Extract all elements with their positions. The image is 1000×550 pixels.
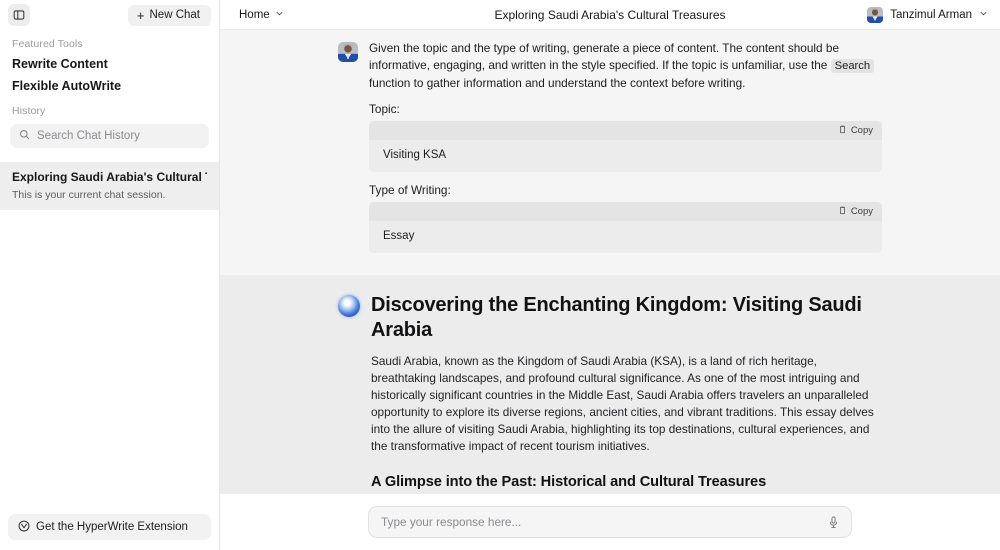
ai-orb-icon <box>338 295 360 317</box>
top-bar: Home Exploring Saudi Arabia's Cultural T… <box>220 0 1000 30</box>
type-of-writing-value: Essay <box>369 221 882 253</box>
chevron-down-icon <box>275 9 284 21</box>
copy-button[interactable]: Copy <box>838 125 873 137</box>
user-menu-button[interactable]: Tanzimul Arman <box>867 7 988 23</box>
home-label: Home <box>239 9 270 21</box>
hyperwrite-logo-icon <box>18 520 30 535</box>
user-prompt-text: Given the topic and the type of writing,… <box>369 40 882 91</box>
new-chat-label: New Chat <box>150 9 201 21</box>
microphone-icon[interactable] <box>828 516 839 529</box>
topic-value: Visiting KSA <box>369 140 882 172</box>
code-block-header: Copy <box>369 202 882 221</box>
topic-label: Topic: <box>369 102 882 116</box>
sidebar: + New Chat Featured Tools Rewrite Conten… <box>0 0 220 550</box>
get-extension-button[interactable]: Get the HyperWrite Extension <box>8 514 211 540</box>
chevron-down-icon <box>979 9 988 21</box>
copy-icon <box>838 125 847 137</box>
home-menu-button[interactable]: Home <box>232 6 291 24</box>
conversation-scroll[interactable]: Given the topic and the type of writing,… <box>220 30 1000 550</box>
user-message: Given the topic and the type of writing,… <box>220 30 1000 275</box>
get-extension-label: Get the HyperWrite Extension <box>36 521 188 533</box>
search-input[interactable]: Search Chat History <box>10 124 209 148</box>
message-input[interactable]: Type your response here... <box>368 506 852 538</box>
response-heading: Discovering the Enchanting Kingdom: Visi… <box>371 293 882 343</box>
topic-code-block: Copy Visiting KSA <box>369 121 882 172</box>
type-of-writing-label: Type of Writing: <box>369 183 882 197</box>
history-item-title: Exploring Saudi Arabia's Cultural Trea..… <box>12 170 207 184</box>
search-icon <box>19 127 30 145</box>
composer-bar: Type your response here... <box>220 494 1000 550</box>
prompt-text-part1: Given the topic and the type of writing,… <box>369 41 839 72</box>
sidebar-item-rewrite-content[interactable]: Rewrite Content <box>0 53 219 75</box>
response-paragraph-1: Saudi Arabia, known as the Kingdom of Sa… <box>371 353 882 454</box>
sidebar-spacer <box>0 210 219 514</box>
avatar <box>867 7 883 23</box>
search-container: Search Chat History <box>0 120 219 148</box>
history-heading: History <box>0 97 219 120</box>
main-area: Home Exploring Saudi Arabia's Cultural T… <box>220 0 1000 550</box>
sidebar-item-flexible-autowrite[interactable]: Flexible AutoWrite <box>0 75 219 97</box>
copy-label: Copy <box>851 206 873 217</box>
prompt-text-part2: function to gather information and under… <box>369 76 745 90</box>
search-placeholder: Search Chat History <box>37 130 140 142</box>
type-of-writing-code-block: Copy Essay <box>369 202 882 253</box>
list-item[interactable]: Exploring Saudi Arabia's Cultural Trea..… <box>0 162 219 210</box>
avatar <box>338 42 358 62</box>
sidebar-header: + New Chat <box>0 0 219 30</box>
app-root: + New Chat Featured Tools Rewrite Conten… <box>0 0 1000 550</box>
code-block-header: Copy <box>369 121 882 140</box>
history-item-subtitle: This is your current chat session. <box>12 189 207 201</box>
user-message-body: Given the topic and the type of writing,… <box>369 40 882 253</box>
assistant-message: Discovering the Enchanting Kingdom: Visi… <box>220 275 1000 531</box>
copy-label: Copy <box>851 125 873 136</box>
new-chat-button[interactable]: + New Chat <box>128 5 211 26</box>
featured-tools-heading: Featured Tools <box>0 30 219 53</box>
message-input-placeholder: Type your response here... <box>381 515 828 529</box>
copy-icon <box>838 206 847 218</box>
user-name: Tanzimul Arman <box>890 9 972 21</box>
response-subheading: A Glimpse into the Past: Historical and … <box>371 473 882 492</box>
panel-left-icon[interactable] <box>8 4 30 26</box>
inline-code-search: Search <box>831 59 874 73</box>
copy-button[interactable]: Copy <box>838 206 873 218</box>
plus-icon: + <box>137 9 145 22</box>
